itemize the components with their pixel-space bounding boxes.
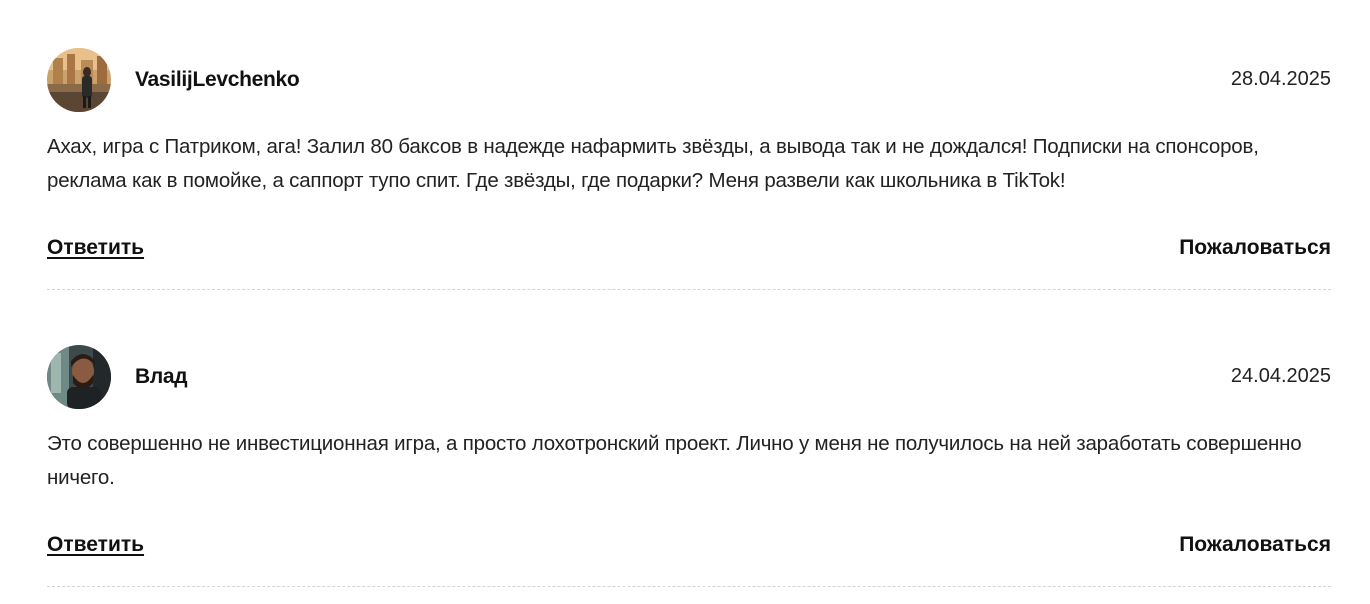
avatar-photo <box>47 48 111 112</box>
avatar-photo <box>47 345 111 409</box>
comment-date: 24.04.2025 <box>1230 365 1331 387</box>
reply-link[interactable]: Ответить <box>47 533 144 557</box>
comment-divider <box>47 289 1331 290</box>
comment-author: Влад <box>135 365 188 388</box>
comment-text: Ахах, игра с Патриком, ага! Залил 80 бак… <box>47 135 1259 192</box>
comment-divider <box>47 586 1331 587</box>
report-link[interactable]: Пожаловаться <box>1179 236 1331 260</box>
report-link[interactable]: Пожаловаться <box>1179 533 1331 557</box>
comment-item: VasilijLevchenko 28.04.2025 Ахах, игра с… <box>47 0 1331 290</box>
reply-link[interactable]: Ответить <box>47 236 144 260</box>
avatar[interactable] <box>47 345 111 409</box>
avatar[interactable] <box>47 48 111 112</box>
comment-text: Это совершенно не инвестиционная игра, а… <box>47 432 1302 489</box>
comment-header: Влад 24.04.2025 <box>47 345 1331 409</box>
comment-date: 28.04.2025 <box>1230 68 1331 90</box>
comment-author: VasilijLevchenko <box>135 68 300 91</box>
comment-header: VasilijLevchenko 28.04.2025 <box>47 48 1331 112</box>
comments-list: VasilijLevchenko 28.04.2025 Ахах, игра с… <box>0 0 1370 604</box>
comment-item: Влад 24.04.2025 Это совершенно не инвест… <box>47 297 1331 587</box>
